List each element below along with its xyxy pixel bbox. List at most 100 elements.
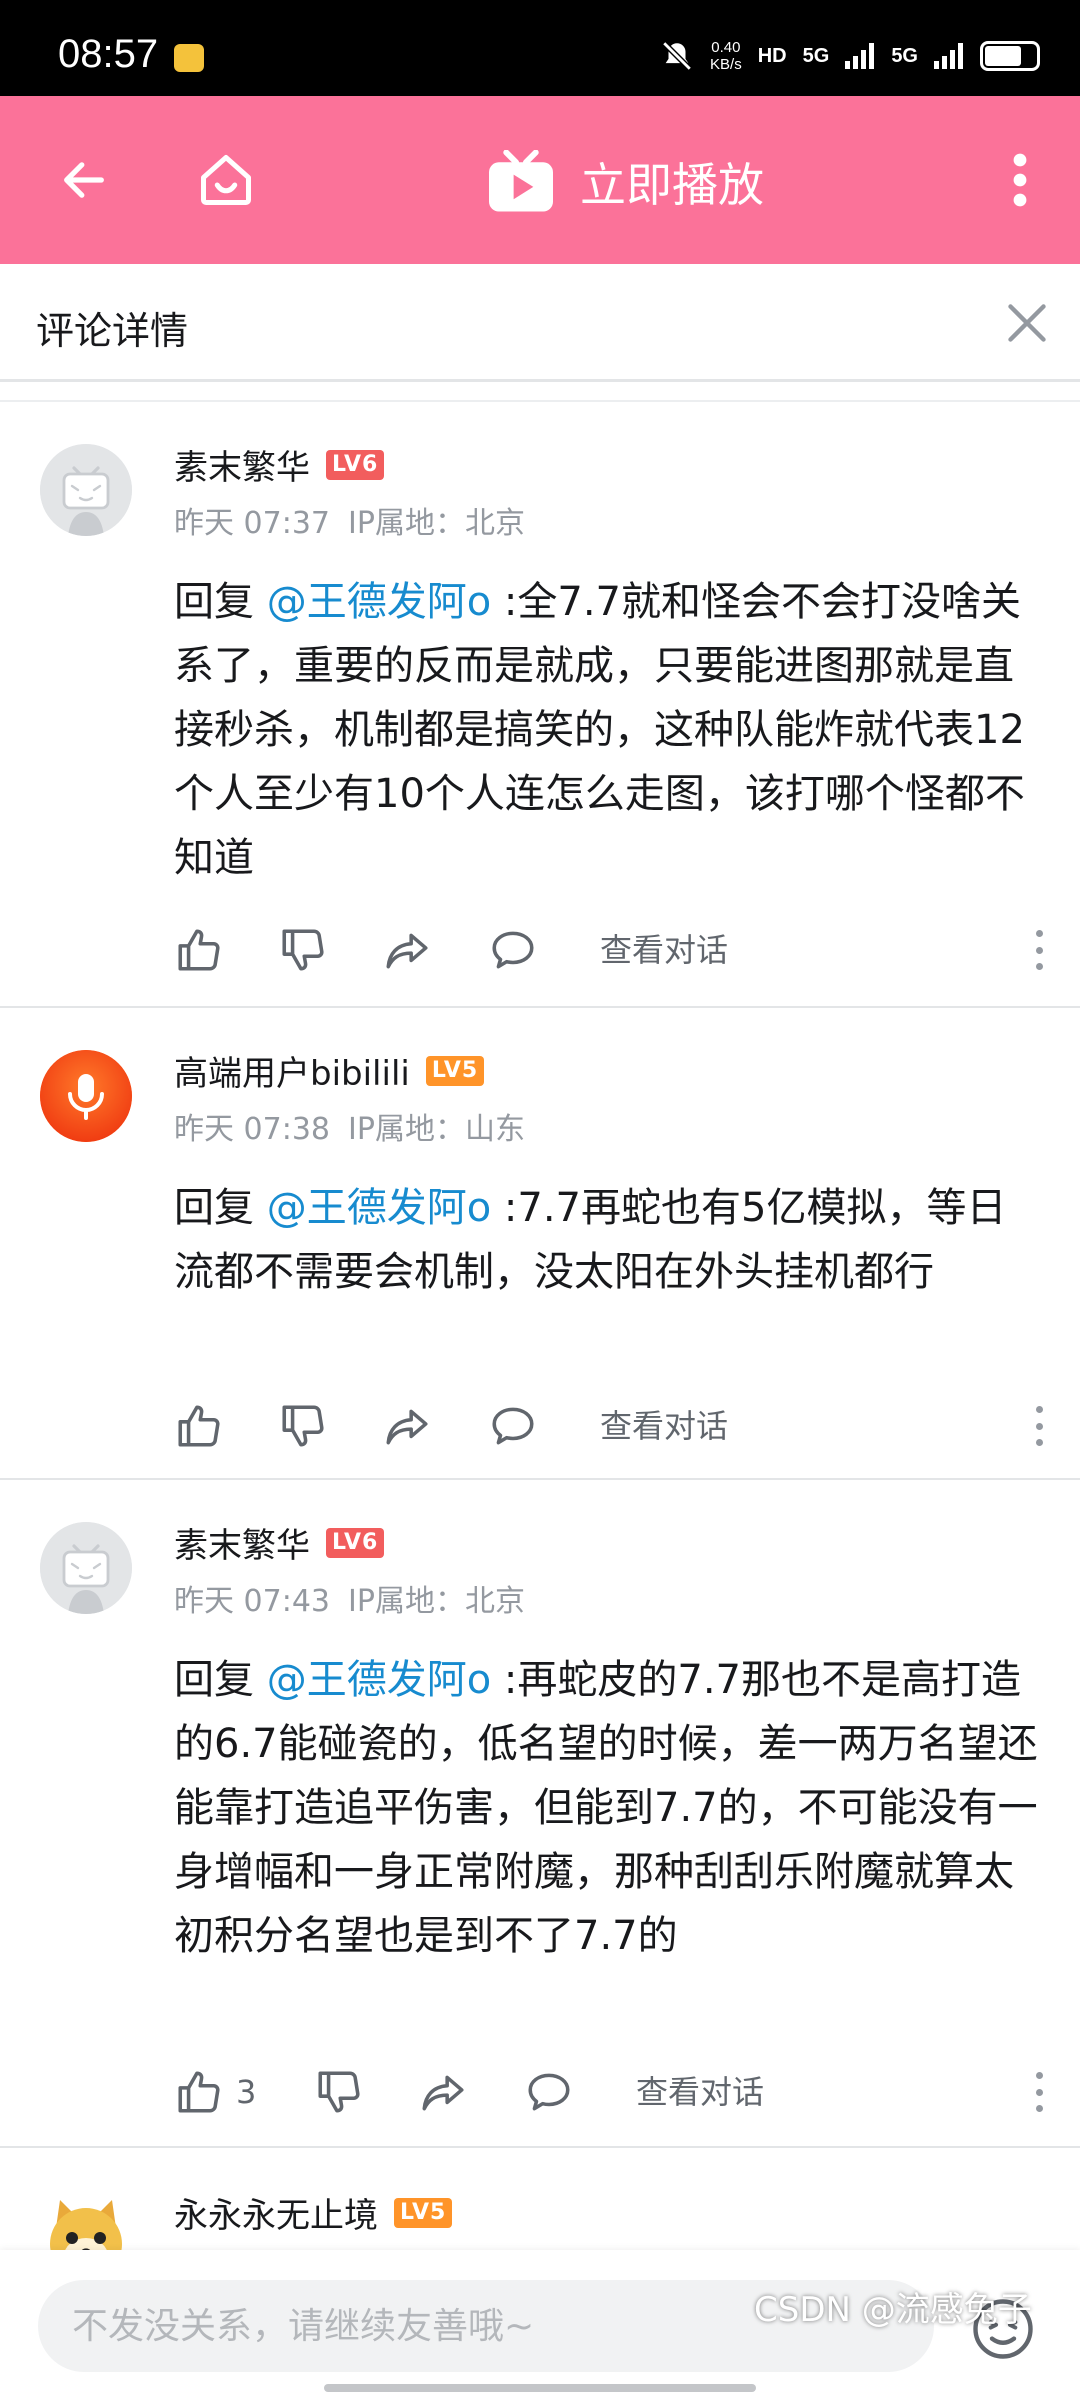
- shiba-dog-avatar-icon: [50, 2200, 122, 2250]
- microphone-avatar-icon: [40, 1050, 132, 1142]
- home-button[interactable]: [188, 142, 264, 218]
- like-count: 3: [236, 2073, 257, 2111]
- comment-author: 素末繁华 LV6: [174, 1518, 385, 1567]
- hd-indicator: HD: [757, 44, 787, 67]
- thumbs-down-icon: [282, 1405, 324, 1447]
- comment-actions: 查看对话: [174, 920, 1054, 980]
- tv-mascot-avatar-icon: [40, 1522, 132, 1614]
- home-indicator[interactable]: [324, 2384, 756, 2392]
- avatar[interactable]: [40, 1050, 132, 1142]
- thumbs-up-icon: [178, 2071, 220, 2113]
- comment-author: 素末繁华 LV6: [174, 440, 385, 489]
- tv-play-icon: [489, 150, 553, 212]
- battery-level: [985, 46, 1021, 66]
- close-icon: [1008, 304, 1046, 342]
- top-bar: 立即播放: [0, 96, 1080, 264]
- share-button[interactable]: [382, 920, 432, 980]
- more-vertical-icon: [1013, 153, 1027, 207]
- signal-5g-2: 5G: [891, 44, 918, 67]
- username[interactable]: 高端用户bibilili: [174, 1046, 410, 1095]
- dislike-button[interactable]: [278, 1396, 328, 1456]
- comment-meta: 昨天 07:38 IP属地：山东: [174, 1104, 525, 1148]
- username[interactable]: 素末繁华: [174, 1518, 310, 1567]
- mention-link[interactable]: @王德发阿o: [267, 579, 491, 625]
- reply-prefix: 回复: [174, 579, 267, 625]
- comment-more-button[interactable]: [1024, 2066, 1054, 2118]
- comment-meta: 昨天 07:43 IP属地：北京: [174, 1576, 525, 1620]
- status-icons: 0.40 KB/s HD 5G 5G: [660, 36, 1040, 76]
- comment-text: 回复 @王德发阿o :全7.7就和怪会不会打没啥关系了，重要的反而是就成，只要能…: [174, 570, 1044, 890]
- notification-app-icon: [174, 44, 204, 72]
- dislike-button[interactable]: [314, 2062, 364, 2122]
- comment-bubble-icon: [528, 2073, 570, 2111]
- view-conversation-link[interactable]: 查看对话: [600, 920, 728, 980]
- view-conversation-link[interactable]: 查看对话: [636, 2062, 764, 2122]
- ip-location: IP属地：北京: [348, 1584, 525, 1619]
- avatar[interactable]: [40, 444, 132, 536]
- signal-bars-icon: [845, 43, 875, 69]
- avatar[interactable]: [40, 1522, 132, 1614]
- reply-prefix: 回复: [174, 1185, 267, 1231]
- watermark: CSDN @流感兔子: [754, 2290, 1032, 2330]
- home-icon: [201, 155, 251, 205]
- comment-item: 素末繁华 LV6 昨天 07:37 IP属地：北京 回复 @王德发阿o :全7.7…: [0, 402, 1080, 1008]
- level-badge: LV5: [394, 2197, 453, 2228]
- reply-button[interactable]: [488, 920, 538, 980]
- play-now-button[interactable]: 立即播放: [486, 144, 764, 220]
- share-icon: [386, 933, 428, 969]
- battery-icon: [980, 41, 1040, 71]
- signal-bars-icon: [934, 43, 963, 69]
- comment-time: 昨天 07:37: [174, 506, 330, 541]
- comment-item: 高端用户bibilili LV5 昨天 07:38 IP属地：山东 回复 @王德发…: [0, 1008, 1080, 1480]
- username[interactable]: 素末繁华: [174, 440, 310, 489]
- comment-meta: 昨天 07:37 IP属地：北京: [174, 498, 525, 542]
- username[interactable]: 永永永无止境: [174, 2188, 378, 2237]
- comment-author: 永永永无止境 LV5: [174, 2188, 453, 2237]
- reply-button[interactable]: [524, 2062, 574, 2122]
- back-button[interactable]: [46, 142, 122, 218]
- tv-mascot-avatar-icon: [40, 444, 132, 536]
- net-speed: 0.40 KB/s: [710, 39, 742, 73]
- comment-text: 回复 @王德发阿o :7.7再蛇也有5亿模拟，等日流都不需要会机制，没太阳在外头…: [174, 1176, 1044, 1304]
- comment-more-button[interactable]: [1024, 1400, 1054, 1452]
- comment-more-button[interactable]: [1024, 924, 1054, 976]
- comment-item: 永永永无止境 LV5: [0, 2148, 1080, 2250]
- avatar[interactable]: [40, 2192, 132, 2250]
- thumbs-up-icon: [178, 1405, 220, 1447]
- comment-time: 昨天 07:38: [174, 1112, 330, 1147]
- share-button[interactable]: [382, 1396, 432, 1456]
- net-speed-unit: KB/s: [710, 56, 742, 73]
- thumbs-down-icon: [318, 2071, 360, 2113]
- net-speed-value: 0.40: [711, 39, 741, 56]
- close-button[interactable]: [994, 290, 1060, 356]
- comment-bubble-icon: [492, 931, 534, 969]
- like-button[interactable]: [174, 1396, 236, 1456]
- share-icon: [386, 1409, 428, 1445]
- share-button[interactable]: [418, 2062, 468, 2122]
- mute-bell-icon: [662, 41, 692, 71]
- share-icon: [422, 2075, 464, 2111]
- status-time: 08:57: [58, 32, 159, 76]
- ip-location: IP属地：北京: [348, 506, 525, 541]
- level-badge: LV6: [326, 449, 385, 480]
- view-conversation-link[interactable]: 查看对话: [600, 1396, 728, 1456]
- status-bar: 08:57 0.40 KB/s HD 5G 5G: [0, 0, 1080, 96]
- dislike-button[interactable]: [278, 920, 328, 980]
- reply-prefix: 回复: [174, 1657, 267, 1703]
- thumbs-up-icon: [178, 929, 220, 971]
- arrow-left-icon: [64, 162, 104, 198]
- comment-author: 高端用户bibilili LV5: [174, 1046, 485, 1095]
- mention-link[interactable]: @王德发阿o: [267, 1185, 491, 1231]
- comment-detail-header: 评论详情: [0, 264, 1080, 382]
- reply-button[interactable]: [488, 1396, 538, 1456]
- comment-text: 回复 @王德发阿o :再蛇皮的7.7那也不是高打造的6.7能碰瓷的，低名望的时候…: [174, 1648, 1044, 1968]
- comment-actions: 3 查看对话: [174, 2062, 1054, 2122]
- comment-actions: 查看对话: [174, 1396, 1054, 1456]
- like-button[interactable]: [174, 920, 236, 980]
- mention-link[interactable]: @王德发阿o: [267, 1657, 491, 1703]
- level-badge: LV5: [425, 1055, 485, 1086]
- page-title: 评论详情: [36, 309, 189, 353]
- more-menu-button[interactable]: [982, 142, 1058, 218]
- thumbs-down-icon: [282, 929, 324, 971]
- like-button[interactable]: 3: [174, 2062, 256, 2122]
